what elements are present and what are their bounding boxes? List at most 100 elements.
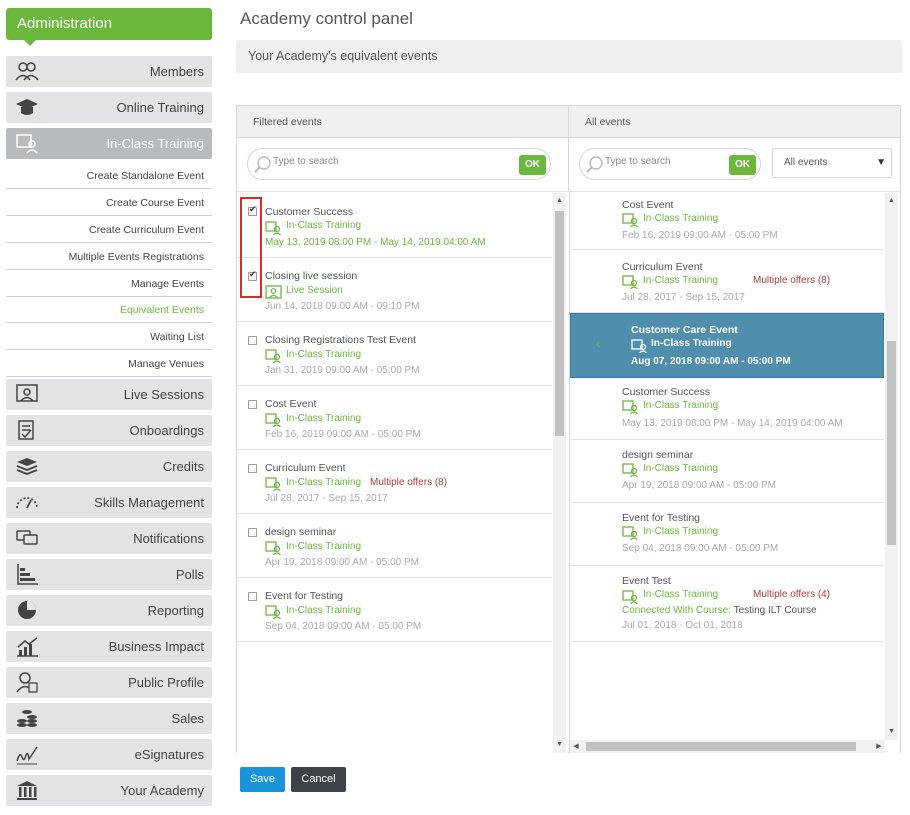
event-title: Customer Care Event — [631, 324, 738, 336]
cancel-button[interactable]: Cancel — [291, 767, 346, 792]
all-ok-button[interactable]: OK — [729, 155, 756, 175]
list-item[interactable]: design seminar In-Class Training Apr 19,… — [237, 514, 552, 578]
in-class-training-icon — [265, 349, 281, 363]
sidebar-item-sales[interactable]: Sales — [6, 703, 212, 734]
multiple-offers-link[interactable]: Multiple offers (8) — [753, 275, 830, 286]
subitem-manage-venues[interactable]: Manage Venues — [6, 350, 212, 377]
event-type: In-Class Training — [286, 477, 362, 488]
sidebar-item-business-impact[interactable]: Business Impact — [6, 631, 212, 662]
in-class-training-icon — [622, 400, 638, 414]
multiple-offers-link[interactable]: Multiple offers (4) — [753, 589, 830, 600]
list-item[interactable]: Cost Event In-Class Training Feb 16, 201… — [237, 386, 552, 450]
filtered-search-input[interactable] — [273, 156, 423, 167]
hscrollbar-thumb[interactable] — [586, 742, 856, 751]
sidebar-item-label: Live Sessions — [123, 387, 204, 402]
administration-header[interactable]: Administration — [6, 8, 212, 46]
event-title: Curriculum Event — [622, 261, 703, 273]
subitem-create-standalone-event[interactable]: Create Standalone Event — [6, 162, 212, 189]
event-date: Jan 31, 2019 09:00 AM - 05:00 PM — [265, 365, 420, 376]
event-checkbox[interactable] — [248, 528, 257, 537]
in-class-training-icon — [265, 541, 281, 555]
list-item[interactable]: Curriculum Event In-Class Training Multi… — [570, 250, 884, 313]
scrollbar-thumb[interactable] — [887, 341, 896, 545]
subitem-multiple-events-registrations[interactable]: Multiple Events Registrations — [6, 243, 212, 270]
scrollbar-thumb[interactable] — [555, 211, 564, 436]
list-item[interactable]: design seminar In-Class Training Apr 19,… — [570, 440, 884, 503]
signature-icon — [16, 746, 38, 765]
multiple-offers-link[interactable]: Multiple offers (8) — [370, 477, 447, 488]
sidebar-item-label: eSignatures — [134, 747, 204, 762]
list-item[interactable]: Event for Testing In-Class Training Sep … — [570, 503, 884, 566]
all-events-list[interactable]: Cost Event In-Class Training Feb 16, 201… — [570, 193, 900, 754]
sidebar-item-label: Reporting — [147, 603, 204, 618]
list-item[interactable]: Customer Success In-Class Training May 1… — [237, 193, 552, 258]
list-item[interactable]: Closing live session Live Session Jun 14… — [237, 258, 552, 322]
highlight-annotation-box — [240, 197, 262, 298]
sidebar-item-your-academy[interactable]: Your Academy — [6, 775, 212, 806]
all-list-scrollbar[interactable]: ▲ ▼ — [885, 193, 898, 740]
list-item[interactable]: Closing Registrations Test Event In-Clas… — [237, 322, 552, 386]
academy-building-icon — [17, 781, 37, 800]
sidebar-item-label: Your Academy — [120, 783, 204, 798]
list-item[interactable]: Event Test In-Class Training Multiple of… — [570, 566, 884, 642]
scroll-down-arrow[interactable]: ▼ — [885, 726, 898, 738]
filtered-search-bar: OK — [237, 138, 569, 192]
all-search-box: OK — [579, 148, 761, 180]
members-icon — [15, 62, 39, 81]
event-checkbox[interactable] — [248, 400, 257, 409]
all-search-input[interactable] — [605, 156, 725, 167]
list-item[interactable]: Cost Event In-Class Training Feb 16, 201… — [570, 193, 884, 250]
sidebar-item-skills-management[interactable]: Skills Management — [6, 487, 212, 518]
event-checkbox[interactable] — [248, 336, 257, 345]
sidebar-item-live-sessions[interactable]: Live Sessions — [6, 379, 212, 410]
event-type: Live Session — [286, 285, 343, 296]
filtered-events-list[interactable]: Customer Success In-Class Training May 1… — [237, 193, 568, 753]
event-title: Curriculum Event — [265, 462, 346, 474]
list-item[interactable]: Curriculum Event In-Class Training Multi… — [237, 450, 552, 514]
event-type: In-Class Training — [286, 220, 362, 231]
in-class-training-icon — [265, 413, 281, 427]
sidebar-item-credits[interactable]: Credits — [6, 451, 212, 482]
subitem-waiting-list[interactable]: Waiting List — [6, 323, 212, 350]
scroll-up-arrow[interactable]: ▲ — [885, 195, 898, 207]
scroll-right-arrow[interactable]: ▶ — [873, 741, 885, 753]
list-item-selected[interactable]: ‹ Customer Care Event In-Class Training … — [570, 313, 884, 378]
sidebar-item-in-class-training[interactable]: In-Class Training — [6, 128, 212, 159]
event-date: Feb 16, 2019 09:00 AM - 05:00 PM — [265, 429, 421, 440]
filtered-ok-button[interactable]: OK — [519, 155, 546, 175]
sidebar-item-members[interactable]: Members — [6, 56, 212, 87]
event-type: In-Class Training — [643, 589, 719, 600]
sidebar-item-label: Onboardings — [129, 423, 204, 438]
sidebar-item-label: Credits — [162, 459, 204, 474]
list-item[interactable]: Event for Testing In-Class Training Sep … — [237, 578, 552, 642]
all-events-header: All events — [569, 106, 900, 138]
filtered-search-box: OK — [247, 148, 551, 180]
subitem-create-course-event[interactable]: Create Course Event — [6, 189, 212, 216]
search-icon — [586, 156, 603, 173]
sidebar-item-onboardings[interactable]: Onboardings — [6, 415, 212, 446]
filtered-events-header: Filtered events — [237, 106, 569, 138]
in-class-training-icon — [622, 213, 638, 227]
event-checkbox[interactable] — [248, 464, 257, 473]
search-icon — [254, 156, 271, 173]
scroll-up-arrow[interactable]: ▲ — [553, 195, 566, 207]
save-button[interactable]: Save — [240, 767, 285, 792]
event-checkbox[interactable] — [248, 592, 257, 601]
all-list-hscrollbar[interactable]: ◀ ▶ — [570, 740, 885, 753]
subitem-equivalent-events[interactable]: Equivalent Events — [6, 296, 212, 323]
subitem-create-curriculum-event[interactable]: Create Curriculum Event — [6, 216, 212, 243]
scroll-down-arrow[interactable]: ▼ — [553, 739, 566, 751]
subitem-manage-events[interactable]: Manage Events — [6, 270, 212, 297]
events-filter-select[interactable]: All events ▼ — [772, 148, 892, 178]
scroll-left-arrow[interactable]: ◀ — [570, 741, 582, 753]
filtered-list-scrollbar[interactable]: ▲ ▼ — [553, 193, 566, 753]
sidebar-item-esignatures[interactable]: eSignatures — [6, 739, 212, 770]
sidebar-item-reporting[interactable]: Reporting — [6, 595, 212, 626]
sidebar-item-polls[interactable]: Polls — [6, 559, 212, 590]
sidebar-item-notifications[interactable]: Notifications — [6, 523, 212, 554]
list-item[interactable]: Customer Success In-Class Training May 1… — [570, 378, 884, 440]
sidebar-item-label: Skills Management — [94, 495, 204, 510]
sidebar-item-online-training[interactable]: Online Training — [6, 92, 212, 123]
chevron-left-icon[interactable]: ‹ — [596, 336, 600, 351]
sidebar-item-public-profile[interactable]: Public Profile — [6, 667, 212, 698]
